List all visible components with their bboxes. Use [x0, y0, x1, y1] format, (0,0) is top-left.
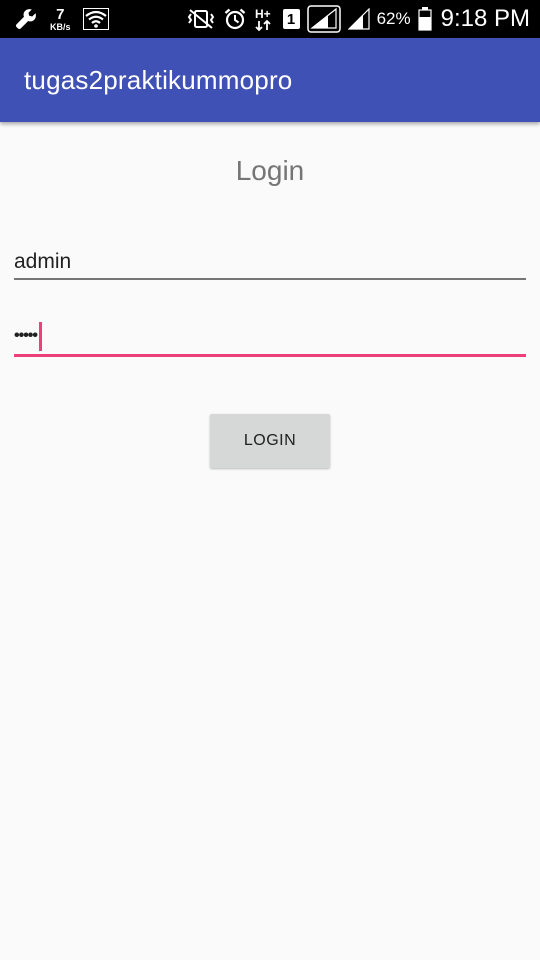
network-type-label: H+: [255, 7, 271, 21]
network-speed-unit: KB/s: [50, 21, 71, 32]
username-field[interactable]: admin: [14, 246, 526, 280]
app-bar: tugas2praktikummopro: [0, 38, 540, 122]
battery-percent: 62%: [376, 9, 411, 28]
status-bar-left: 7 KB/s: [14, 0, 109, 38]
sim1-icon: 1: [282, 9, 300, 29]
password-field[interactable]: •••••: [14, 318, 526, 357]
login-heading: Login: [235, 155, 305, 186]
network-speed: 7 KB/s: [50, 7, 71, 32]
login-button[interactable]: LOGIN: [210, 414, 330, 468]
hplus-data-icon: H+: [254, 7, 276, 31]
signal-icon: [306, 5, 341, 33]
alarm-icon: [223, 7, 247, 31]
text-cursor: [39, 321, 43, 351]
battery-icon: [418, 7, 432, 31]
status-bar-right: H+ 1 62% 9:18 PM: [186, 0, 530, 38]
clock: 9:18 PM: [440, 5, 530, 32]
vibrate-mute-icon: [186, 8, 216, 30]
network-speed-value: 7: [56, 5, 65, 23]
app-title: tugas2praktikummopro: [24, 65, 293, 95]
signal-icon-secondary: [347, 8, 370, 30]
wifi-icon: [82, 8, 109, 30]
wrench-icon: [14, 7, 38, 31]
status-bar: 7 KB/s H+ 1 62% 9:18 PM: [0, 0, 540, 38]
screen: 7 KB/s H+ 1 62% 9:18 PM tugas2praktikumm…: [0, 0, 540, 960]
password-value: •••••: [14, 327, 38, 344]
